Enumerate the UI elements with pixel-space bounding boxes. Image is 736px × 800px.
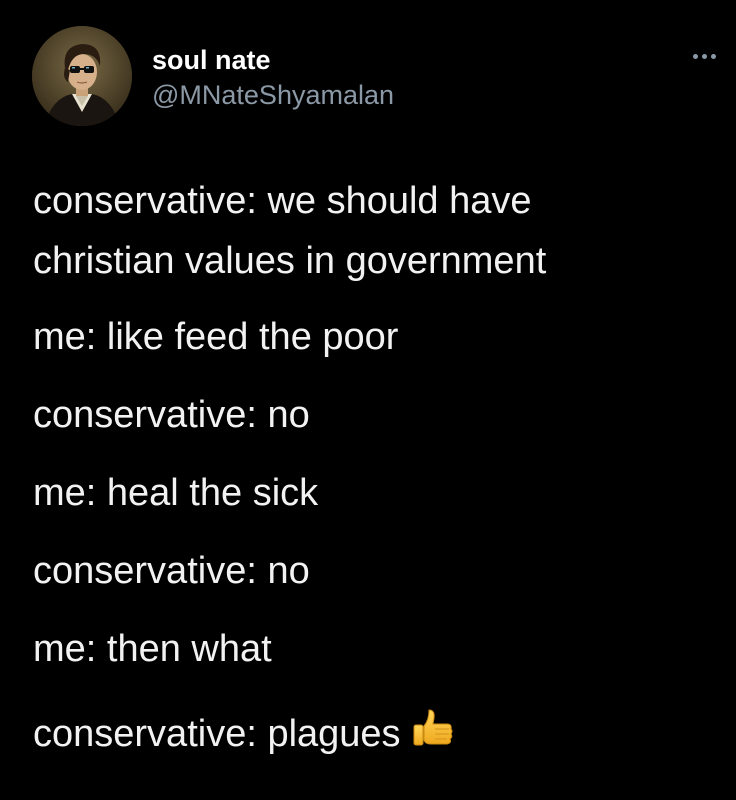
thumbs-up-emoji	[409, 706, 455, 752]
display-name[interactable]: soul nate	[152, 44, 394, 76]
tweet-line: me: then what	[33, 628, 272, 670]
user-info[interactable]: soul nate @MNateShyamalan	[152, 44, 394, 112]
more-dot	[710, 53, 716, 59]
tweet-line: me: like feed the poor	[33, 316, 399, 358]
more-dot	[692, 53, 698, 59]
tweet-text: conservative: we should have christian v…	[33, 180, 723, 755]
tweet-line: conservative: no	[33, 394, 310, 436]
tweet-line: christian values in government	[33, 240, 547, 282]
tweet-header: soul nate @MNateShyamalan	[32, 26, 724, 126]
avatar[interactable]	[32, 26, 132, 126]
tweet-line: conservative: no	[33, 550, 310, 592]
tweet-line: conservative: we should have	[33, 180, 532, 222]
tweet: soul nate @MNateShyamalan conservative: …	[0, 0, 736, 800]
tweet-line: conservative: plagues	[33, 713, 401, 755]
more-dot	[701, 53, 707, 59]
more-options-icon[interactable]	[684, 44, 724, 68]
avatar-image	[32, 26, 132, 126]
tweet-line: me: heal the sick	[33, 472, 319, 514]
user-handle[interactable]: @MNateShyamalan	[152, 78, 394, 112]
tweet-line-last: conservative: plagues	[33, 706, 723, 755]
